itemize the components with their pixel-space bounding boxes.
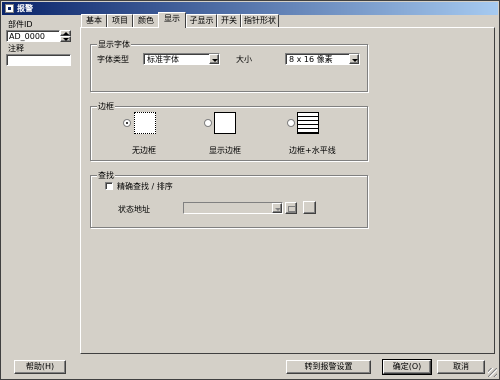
font-group [90,44,368,92]
no-border-radio[interactable] [123,119,131,127]
font-type-label: 字体类型 [97,55,129,64]
part-id-field[interactable]: AD_0000 [6,30,60,42]
exact-search-checkbox[interactable] [105,182,113,190]
status-address-select[interactable] [183,202,283,214]
font-size-select[interactable]: 8 x 16 像素 [285,53,360,65]
comment-label: 注释 [8,44,24,53]
exact-search-label: 精确查找 / 排序 [117,182,173,191]
spin-down-button[interactable] [60,36,71,42]
address-settings-button[interactable] [303,201,316,214]
goto-alarm-settings-button[interactable]: 转到报警设置 [286,360,371,374]
no-border-label: 无边框 [132,146,156,155]
status-address-label: 状态地址 [118,205,150,214]
tab-basic[interactable]: 基本 [81,14,107,27]
tab-display[interactable]: 显示 [158,12,186,28]
tab-switch[interactable]: 开关 [217,14,241,27]
ok-button[interactable]: 确定(O) [382,359,432,375]
border-group-title: 边框 [97,102,115,111]
size-label: 大小 [236,55,252,64]
border-lines-icon [297,112,319,134]
border-lines-radio[interactable] [287,119,295,127]
resize-grip[interactable] [488,368,497,377]
border-lines-label: 边框+水平线 [289,146,336,155]
arrow-down-icon [63,38,69,41]
status-address-dropdown-button[interactable] [272,203,282,213]
show-border-radio[interactable] [204,119,212,127]
show-border-label: 显示边框 [209,146,241,155]
tab-color[interactable]: 颜色 [133,14,159,27]
comment-field[interactable] [6,54,71,66]
font-size-value: 8 x 16 像素 [289,55,333,64]
chevron-down-icon [212,59,218,62]
chevron-down-icon [352,59,358,62]
app-icon [5,4,14,13]
cancel-button[interactable]: 取消 [437,360,485,374]
part-id-label: 部件ID [8,20,33,29]
border-icon [214,112,236,134]
part-id-spinner[interactable] [60,30,71,42]
font-group-title: 显示字体 [97,40,131,49]
part-id-value: AD_0000 [9,32,45,41]
font-size-dropdown-button[interactable] [349,54,359,64]
search-group-title: 查找 [97,171,115,180]
arrow-up-icon [63,32,69,35]
chevron-down-icon [275,208,281,211]
no-border-icon [134,112,156,134]
tab-items[interactable]: 项目 [107,14,133,27]
font-type-dropdown-button[interactable] [209,54,219,64]
keypad-icon [288,206,296,212]
tab-pointer-shape[interactable]: 指针形状 [241,14,279,27]
address-picker-button[interactable] [285,202,297,214]
help-button[interactable]: 帮助(H) [14,360,66,374]
font-type-select[interactable]: 标准字体 [143,53,220,65]
window-title: 报警 [17,4,33,13]
tab-sub-display[interactable]: 子显示 [186,14,217,27]
font-type-value: 标准字体 [147,55,179,64]
